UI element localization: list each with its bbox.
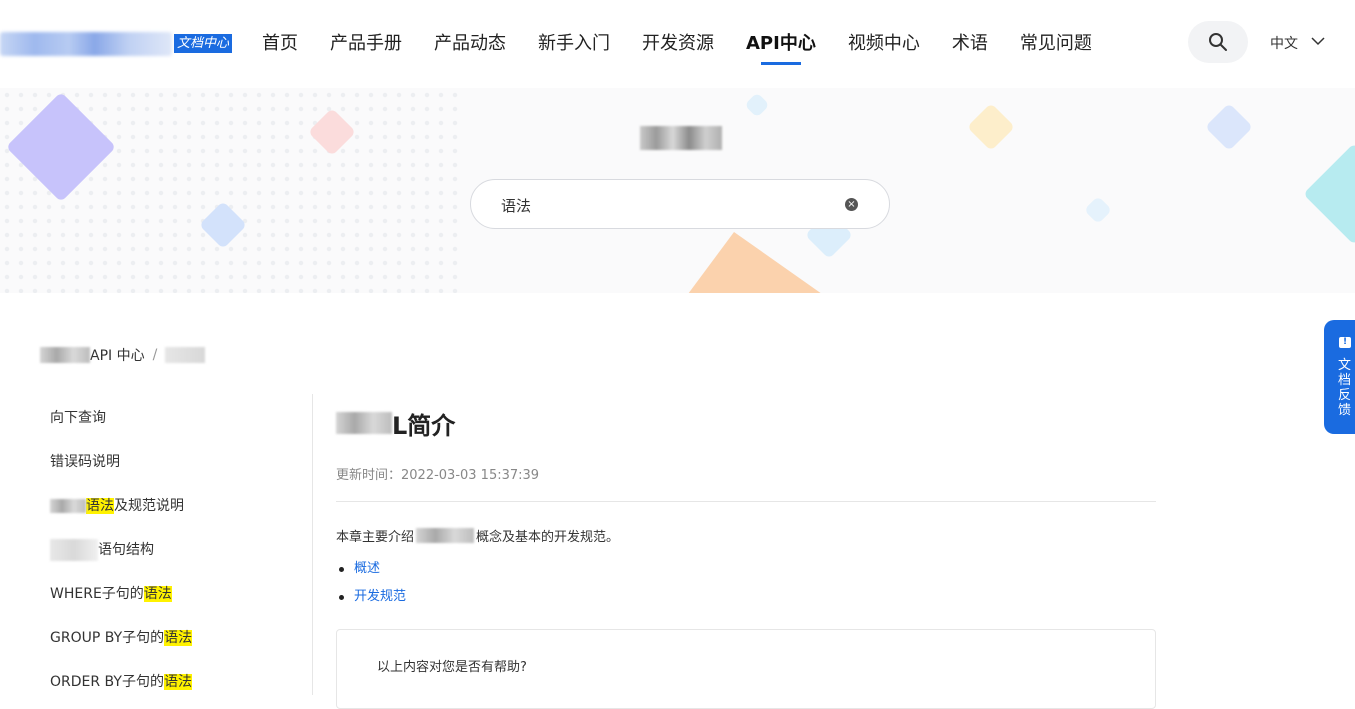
decor-shape-lightblue-mid [1083,195,1113,225]
sidebar-item-drilldown-query[interactable]: 向下查询 [0,394,312,438]
link-overview[interactable]: 概述 [354,561,380,576]
nav-item-home[interactable]: 首页 [246,0,314,88]
breadcrumb-current-blur [165,347,206,363]
doc-feedback-tab[interactable]: ! 文档反馈 [1324,320,1355,434]
doc-search-box: × [470,179,890,229]
sidebar-item-blur [50,499,86,513]
list-item: 开发规范 [336,583,1156,611]
clear-icon[interactable]: × [845,198,858,211]
title-divider [336,501,1156,502]
nav-item-video-center[interactable]: 视频中心 [832,0,936,88]
decor-shape-yellow [966,102,1016,152]
intro-product-blur [416,528,475,543]
doc-search-input[interactable] [501,193,841,217]
feedback-icon: ! [1339,337,1351,348]
nav-item-dev-resources[interactable]: 开发资源 [626,0,730,88]
section-links: 概述 开发规范 [336,555,1156,611]
language-selector[interactable]: 中文 [1270,33,1325,53]
decor-shape-blue-right [1204,102,1254,152]
feedback-question: 以上内容对您是否有帮助? [377,660,527,675]
page-title-blur [336,412,392,434]
breadcrumb-item-api[interactable]: API 中心 [90,345,145,365]
decor-shape-lightblue-top [744,92,770,118]
feedback-tab-label: 文档反馈 [1338,358,1352,418]
update-time: 更新时间：2022-03-03 15:37:39 [336,468,540,483]
logo-badge: 文档中心 [174,34,233,53]
breadcrumb-product-blur[interactable] [40,347,90,363]
logo-brand-mark [0,32,172,56]
chevron-down-icon [1311,37,1325,46]
decor-triangle-orange [688,232,821,293]
nav-item-faq[interactable]: 常见问题 [1004,0,1108,88]
nav-item-api-center[interactable]: API中心 [730,0,832,88]
nav-item-getting-started[interactable]: 新手入门 [522,0,626,88]
nav-item-glossary[interactable]: 术语 [936,0,1004,88]
header-search-button[interactable] [1188,21,1248,63]
sidebar-item-statement-structure[interactable]: 语句结构 [0,526,312,570]
language-label: 中文 [1270,36,1298,52]
sidebar-item-error-codes[interactable]: 错误码说明 [0,438,312,482]
sidebar-item-syntax-spec[interactable]: 语法及规范说明 [0,482,312,526]
intro-text: 本章主要介绍 概念及基本的开发规范。 [336,528,620,545]
sidebar-item-blur [50,539,98,561]
sidebar-item-groupby-syntax[interactable]: GROUP BY子句的语法 [0,614,312,658]
sidebar-item-orderby-syntax[interactable]: ORDER BY子句的语法 [0,658,312,702]
site-logo[interactable]: 文档中心 [0,32,238,56]
helpful-feedback-card: 以上内容对您是否有帮助? [336,629,1156,709]
decor-shape-cyan [1303,143,1355,245]
nav-item-product-manual[interactable]: 产品手册 [314,0,418,88]
breadcrumb: API 中心 / [40,345,206,365]
nav-item-product-news[interactable]: 产品动态 [418,0,522,88]
top-header: 文档中心 首页 产品手册 产品动态 新手入门 开发资源 API中心 视频中心 术… [0,0,1355,88]
list-item: 概述 [336,555,1156,583]
hero-banner: × [0,88,1355,293]
doc-sidebar: 向下查询 错误码说明 语法及规范说明 语句结构 WHERE子句的语法 GROUP… [0,394,313,695]
search-icon [1209,33,1227,51]
banner-product-title [640,126,722,150]
page-title: L简介 [336,408,1156,440]
sidebar-item-where-syntax[interactable]: WHERE子句的语法 [0,570,312,614]
doc-article: L简介 更新时间：2022-03-03 15:37:39 本章主要介绍 概念及基… [336,394,1156,709]
link-dev-spec[interactable]: 开发规范 [354,589,406,604]
breadcrumb-separator: / [152,347,158,363]
main-nav: 首页 产品手册 产品动态 新手入门 开发资源 API中心 视频中心 术语 常见问… [246,0,1108,88]
